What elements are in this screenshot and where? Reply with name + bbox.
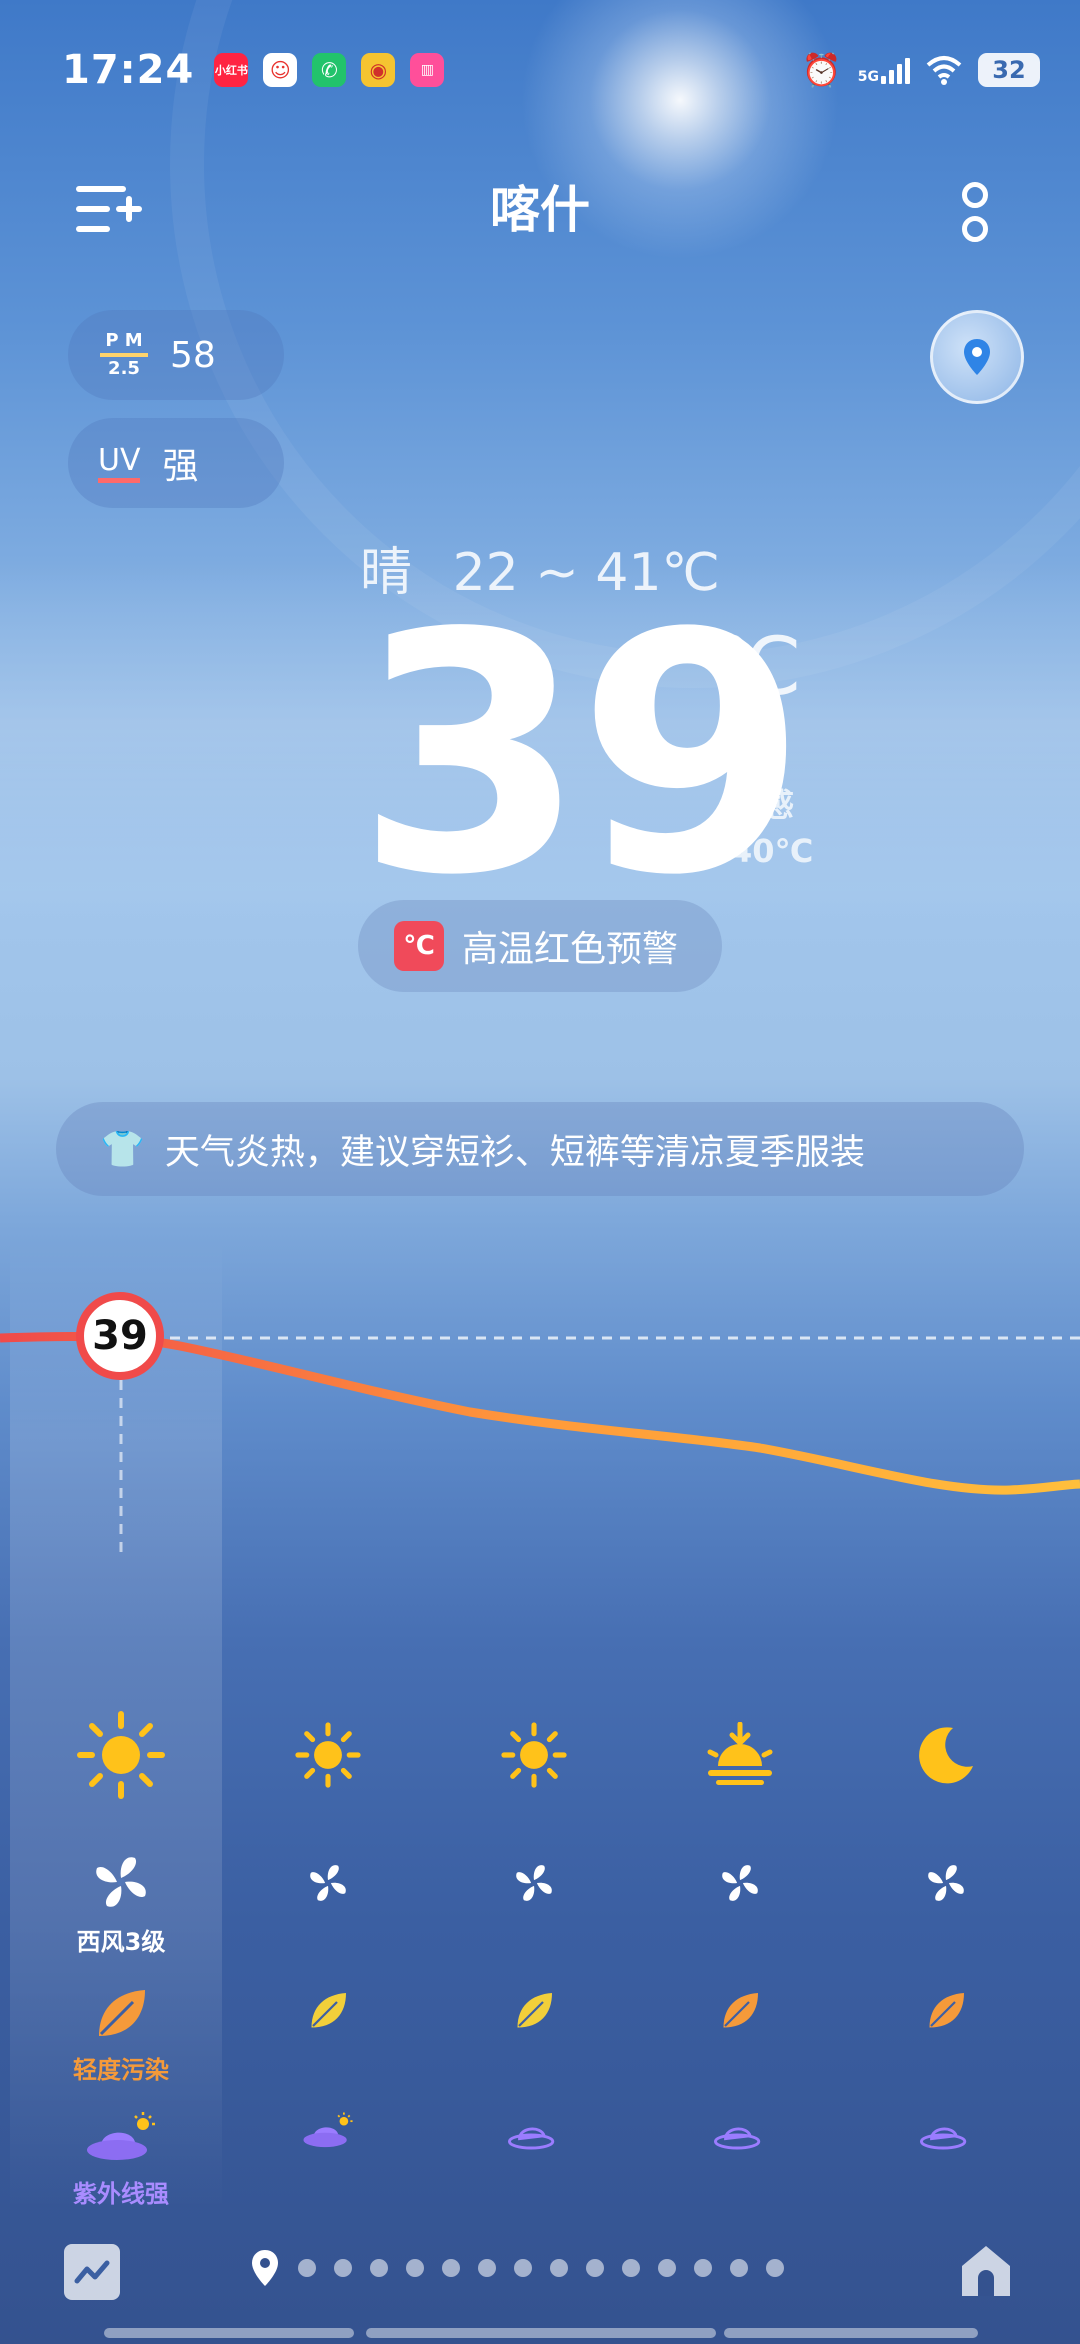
city-page-indicator[interactable]: [250, 2248, 784, 2288]
hour-2-fan-icon: [248, 1860, 408, 1910]
wind-label: 西风3级: [76, 1928, 166, 1956]
page-dot: [694, 2259, 712, 2277]
network-type: 5G: [857, 69, 879, 85]
page-dot: [478, 2259, 496, 2277]
hour-4-sunset-icon: [660, 1721, 820, 1792]
page-dot: [514, 2259, 532, 2277]
page-dot: [658, 2259, 676, 2277]
pm25-value: 58: [170, 334, 216, 376]
location-pin-icon: [964, 339, 990, 375]
hour-4-fan-icon: [660, 1860, 820, 1910]
heat-alert-icon: ℃: [394, 921, 444, 971]
gesture-bar-segment: [366, 2328, 716, 2338]
page-dot: [406, 2259, 424, 2277]
hour-3-hat-icon: [454, 2118, 614, 2156]
hour-5-hat-icon: [866, 2118, 1026, 2156]
status-time: 17:24: [62, 47, 195, 93]
map-button[interactable]: [930, 310, 1024, 404]
hour-5-fan-icon: [866, 1860, 1026, 1910]
hour-1-air: 轻度污染: [41, 1986, 201, 2085]
hour-4-hat-icon: [660, 2118, 820, 2156]
pm25-icon-top: P M: [105, 330, 143, 351]
weather-alert-button[interactable]: ℃ 高温红色预警: [358, 900, 722, 992]
feels-like: 体感 40℃: [730, 782, 813, 874]
hour-2-sun-hat-icon: [248, 2112, 408, 2156]
alarm-icon: ⏰: [801, 51, 842, 89]
wifi-icon: [926, 56, 962, 85]
gesture-bar-segment: [104, 2328, 354, 2338]
page-dot: [298, 2259, 316, 2277]
uv-icon: UV: [98, 443, 141, 483]
page-dot: [442, 2259, 460, 2277]
trend-chart-icon: [74, 2260, 110, 2284]
page-dot: [766, 2259, 784, 2277]
city-name[interactable]: 喀什: [0, 170, 1080, 242]
battery-indicator: 32: [978, 53, 1040, 87]
trend-button[interactable]: [64, 2244, 120, 2300]
page-dot: [622, 2259, 640, 2277]
home-button[interactable]: [956, 2240, 1016, 2300]
fan-icon: [96, 1857, 146, 1907]
uv-index-label: 紫外线强: [73, 2180, 169, 2208]
hourly-temp-line: [0, 1331, 1080, 1495]
current-location-dot-icon: [252, 2250, 278, 2286]
hour-4-leaf-icon: [660, 1990, 820, 2036]
feels-like-value: 40℃: [730, 832, 814, 870]
hour-2-sun-icon: [248, 1722, 408, 1792]
leaf-icon: [99, 1990, 145, 2036]
pm25-icon: P M 2.5: [100, 331, 148, 379]
pm25-icon-bottom: 2.5: [108, 358, 140, 379]
xiaohongshu-icon: 小红书: [214, 53, 249, 87]
uv-pill[interactable]: UV 强: [68, 418, 284, 508]
page-dot: [730, 2259, 748, 2277]
current-temp-badge: 39: [76, 1292, 164, 1380]
phone-app-icon: ✆: [312, 53, 347, 87]
hour-5-leaf-icon: [866, 1990, 1026, 2036]
sun-hat-icon: [87, 2112, 155, 2160]
hour-5-moon-icon: [866, 1722, 1026, 1792]
hour-3-sun-icon: [454, 1722, 614, 1792]
signal-bars-icon: [881, 56, 910, 84]
hour-3-fan-icon: [454, 1860, 614, 1910]
uv-value: 强: [162, 446, 199, 487]
xiaohongshu-label: 小红书: [214, 64, 248, 77]
mascot-app-icon: ☺: [263, 53, 298, 87]
hour-3-leaf-icon: [454, 1990, 614, 2036]
hour-1-uv: 紫外线强: [41, 2112, 201, 2209]
clothing-tip[interactable]: 👕 天气炎热，建议穿短衫、短裤等清凉夏季服装: [56, 1102, 1024, 1196]
hour-2-leaf-icon: [248, 1990, 408, 2036]
weibo-icon: ◉: [361, 53, 396, 87]
air-quality-label: 轻度污染: [73, 2056, 169, 2084]
status-right: ⏰ 5G 32: [802, 51, 1040, 89]
cellular-signal: 5G: [858, 56, 910, 84]
status-bar: 17:24 小红书 ☺ ✆ ◉ ▥ ⏰ 5G 32: [62, 40, 1040, 100]
battery-level: 32: [992, 56, 1026, 84]
temperature-unit: ℃: [712, 620, 802, 713]
page-dot: [334, 2259, 352, 2277]
hour-1-sun-icon: [41, 1710, 201, 1804]
alert-text: 高温红色预警: [462, 929, 679, 970]
weather-screen: 17:24 小红书 ☺ ✆ ◉ ▥ ⏰ 5G 32 喀什 P M 2.5 58 …: [0, 0, 1080, 2344]
clothing-tip-text: 天气炎热，建议穿短衫、短裤等清凉夏季服装: [164, 1132, 865, 1173]
page-dot: [370, 2259, 388, 2277]
shirt-icon: 👕: [100, 1129, 145, 1170]
pink-app-icon: ▥: [410, 53, 445, 87]
pm25-pill[interactable]: P M 2.5 58: [68, 310, 284, 400]
hour-1-wind: 西风3级: [41, 1850, 201, 1957]
feels-like-label: 体感: [730, 786, 795, 824]
more-options-button[interactable]: [960, 182, 990, 242]
page-dot: [550, 2259, 568, 2277]
page-dot: [586, 2259, 604, 2277]
gesture-bar-segment: [724, 2328, 978, 2338]
